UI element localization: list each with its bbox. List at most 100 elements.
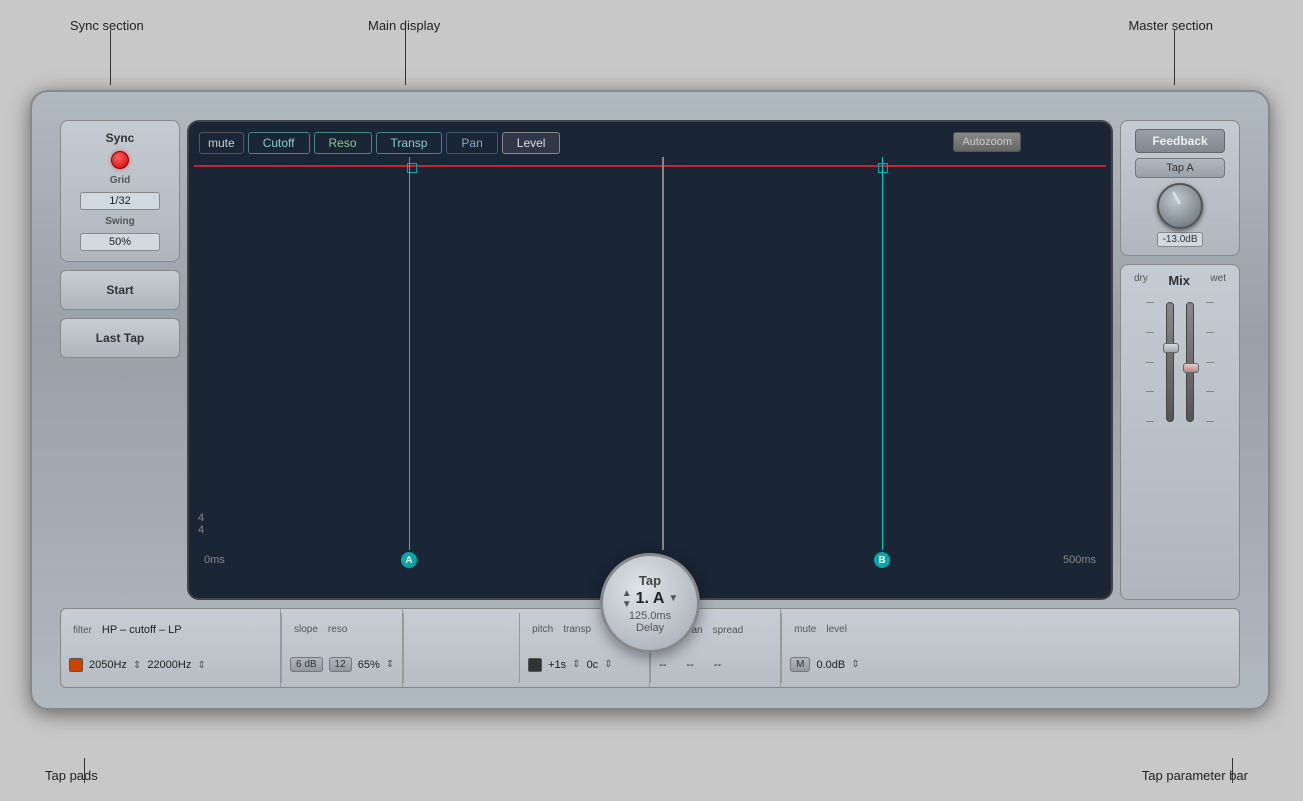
master-section: Feedback Tap A -13.0dB dry Mix wet [1120, 120, 1240, 600]
tap-circle[interactable]: Tap ▲▼ 1. A ▼ 125.0ms Delay [600, 553, 700, 653]
pitch-led[interactable] [528, 658, 542, 672]
transp-label: transp [563, 624, 591, 635]
sync-section-annotation: Sync section [70, 18, 144, 33]
flip-val: -- [659, 659, 666, 671]
time-start: 0ms [204, 554, 225, 566]
marker-a[interactable]: A [401, 552, 417, 568]
feedback-knob[interactable] [1157, 183, 1203, 229]
filter-controls: 2050Hz ⇕ 22000Hz ⇕ [69, 658, 272, 672]
marker-b-square [878, 163, 888, 173]
pitch-val: +1s [548, 659, 566, 671]
tap-line-b [882, 157, 883, 550]
dry-slider-thumb [1163, 343, 1179, 353]
start-button[interactable]: Start [60, 270, 180, 310]
tap-ms: 125.0ms [629, 610, 671, 622]
sync-section: Sync Grid 1/32 Swing 50% Start Last Tap [60, 120, 180, 600]
tab-reso[interactable]: Reso [314, 132, 372, 154]
cutoff-lo: 2050Hz [89, 659, 127, 671]
slope-controls: 6 dB 12 65% ⇕ [290, 657, 394, 672]
tap-spacer [404, 609, 519, 687]
swing-value[interactable]: 50% [80, 233, 160, 251]
mute-label[interactable]: mute [199, 132, 244, 154]
feedback-panel: Feedback Tap A -13.0dB [1120, 120, 1240, 256]
spread-label: spread [713, 625, 744, 636]
slope-num[interactable]: 12 [329, 657, 352, 672]
display-annotation-line [405, 30, 406, 85]
time-sig: 44 [198, 512, 204, 536]
tab-bar: mute Cutoff Reso Transp Pan Level Autozo… [199, 132, 1021, 154]
flip-controls: -- -- -- [659, 659, 772, 671]
last-tap-button[interactable]: Last Tap [60, 318, 180, 358]
sync-label: Sync [106, 131, 135, 145]
knob-value: -13.0dB [1157, 232, 1202, 247]
mute-m-btn[interactable]: M [790, 657, 810, 672]
mute-level-section: mute level M 0.0dB ⇕ [782, 609, 867, 687]
marker-b[interactable]: B [874, 552, 890, 568]
main-display: mute Cutoff Reso Transp Pan Level Autozo… [187, 120, 1113, 600]
slope-label: slope [294, 624, 318, 635]
tab-pan[interactable]: Pan [446, 132, 497, 154]
sync-annotation-line [110, 30, 111, 85]
display-content: mute Cutoff Reso Transp Pan Level Autozo… [189, 122, 1111, 598]
tab-level[interactable]: Level [502, 132, 561, 154]
tap-value: ▲▼ 1. A ▼ [622, 588, 679, 610]
dry-label: dry [1134, 273, 1148, 288]
wet-slider[interactable] [1186, 302, 1194, 422]
wet-label: wet [1210, 273, 1226, 288]
level-label: level [826, 624, 847, 635]
knob-container: -13.0dB [1157, 183, 1203, 247]
filter-led[interactable] [69, 658, 83, 672]
tap-label: Tap [639, 573, 661, 588]
spread-val: -- [714, 659, 721, 671]
wet-slider-thumb [1183, 363, 1199, 373]
cutoff-up-down[interactable]: ⇕ [133, 660, 141, 671]
cutoff-hi: 22000Hz [147, 659, 191, 671]
tab-cutoff[interactable]: Cutoff [248, 132, 310, 154]
tap-pads-annotation-line [84, 758, 85, 783]
tap-a-button[interactable]: Tap A [1135, 158, 1225, 178]
master-section-annotation: Master section [1128, 18, 1213, 33]
filter-label: filter [73, 625, 92, 636]
mute-line [194, 165, 1106, 167]
tap-decrement[interactable]: ▲▼ [622, 588, 632, 610]
sync-panel: Sync Grid 1/32 Swing 50% [60, 120, 180, 262]
mix-sliders [1146, 292, 1214, 422]
tap-line-a [409, 157, 410, 550]
dry-slider[interactable] [1166, 302, 1174, 422]
tap-pads-annotation: Tap pads [45, 768, 98, 783]
waveform-area[interactable]: 44 0ms 500ms A B [194, 157, 1106, 568]
grid-value[interactable]: 1/32 [80, 192, 160, 210]
reso-label: reso [328, 624, 347, 635]
feedback-button[interactable]: Feedback [1135, 129, 1225, 153]
plugin-container: Sync Grid 1/32 Swing 50% Start Last Tap … [30, 90, 1270, 710]
cutoff-hi-up-down[interactable]: ⇕ [197, 660, 205, 671]
grid-label: Grid [110, 175, 131, 186]
reso-val: 65% [358, 659, 380, 671]
slope-section: slope reso 6 dB 12 65% ⇕ [282, 609, 403, 687]
mute-label-bar: mute [794, 624, 816, 635]
filter-top-row: filter HP – cutoff – LP [69, 624, 272, 636]
mix-panel: dry Mix wet [1120, 264, 1240, 600]
tap-increment[interactable]: ▼ [668, 593, 678, 604]
slope-db[interactable]: 6 dB [290, 657, 323, 672]
tap-delay-label: Delay [636, 622, 664, 634]
time-end: 500ms [1063, 554, 1096, 566]
sync-led[interactable] [111, 151, 129, 169]
swing-label: Swing [105, 216, 134, 227]
tap-param-bar-annotation-line [1232, 758, 1233, 783]
filter-section: filter HP – cutoff – LP 2050Hz ⇕ 22000Hz… [61, 609, 281, 687]
mute-level-top: mute level [790, 624, 859, 635]
tab-transp[interactable]: Transp [376, 132, 443, 154]
pitch-label: pitch [532, 624, 553, 635]
playhead [662, 157, 664, 550]
hp-lp-value: HP – cutoff – LP [102, 624, 182, 636]
mix-title: Mix [1168, 273, 1190, 288]
level-val: 0.0dB [816, 659, 845, 671]
mute-level-controls: M 0.0dB ⇕ [790, 657, 859, 672]
transp-val: 0c [587, 659, 599, 671]
slope-top-row: slope reso [290, 624, 394, 635]
pitch-controls: +1s ⇕ 0c ⇕ [528, 658, 641, 672]
pan-val: -- [686, 659, 693, 671]
autozoom-button[interactable]: Autozoom [953, 132, 1021, 152]
master-annotation-line [1174, 30, 1175, 85]
